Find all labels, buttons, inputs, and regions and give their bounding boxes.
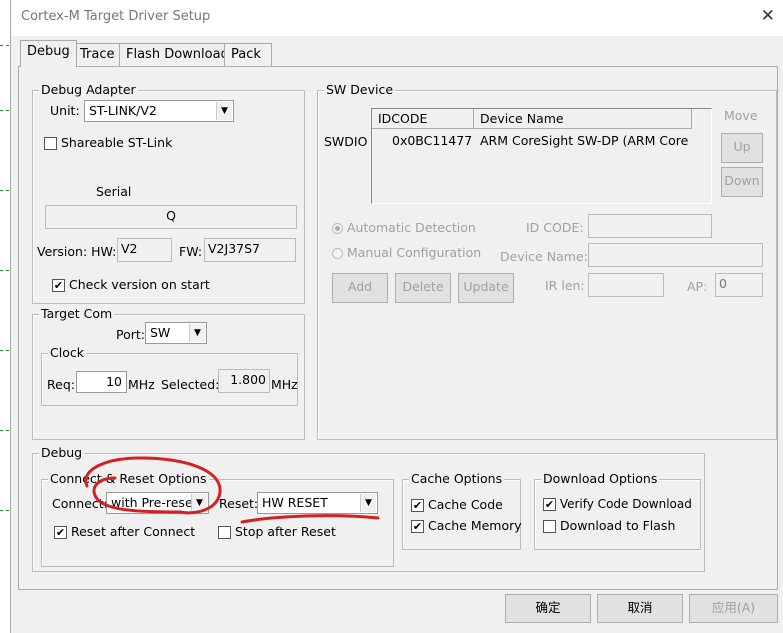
underline-mark [240, 514, 380, 524]
apply-button[interactable]: 应用(A) [689, 594, 778, 623]
circle-mark [84, 456, 222, 515]
red-annotation [84, 456, 380, 524]
tab-debug[interactable]: Debug [20, 40, 77, 67]
cancel-button[interactable]: 取消 [597, 594, 683, 623]
ok-button[interactable]: 确定 [505, 594, 591, 623]
